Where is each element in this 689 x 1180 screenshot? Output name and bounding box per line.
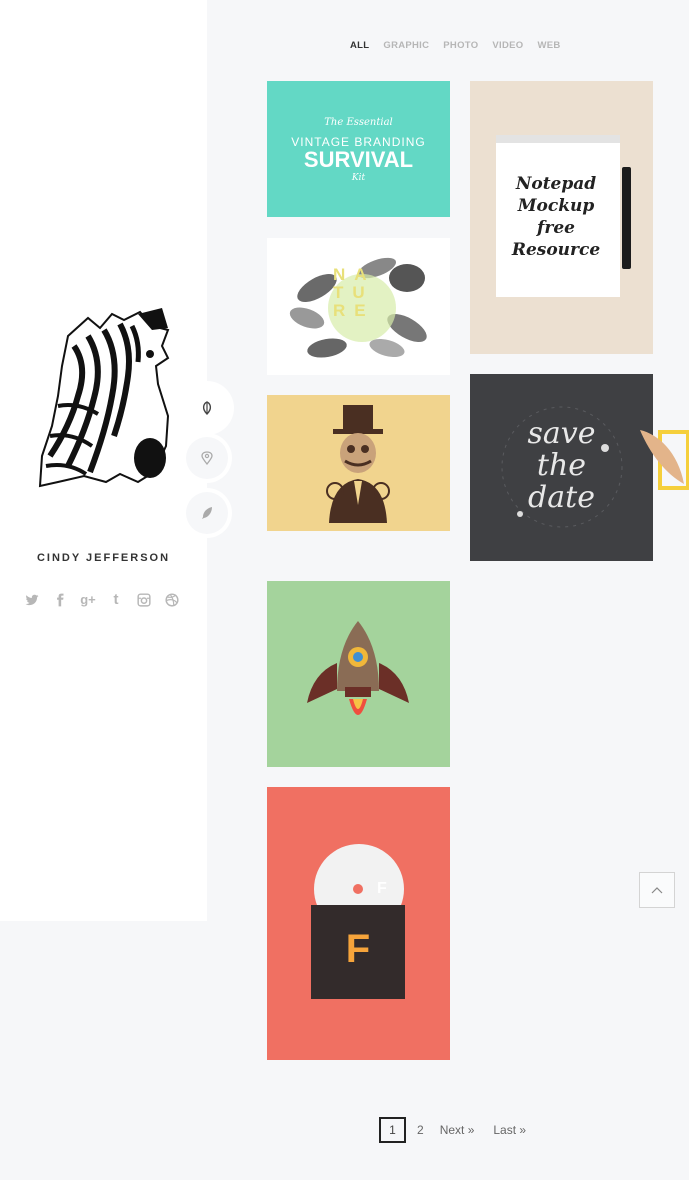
pagination: 1 2 Next » Last » (379, 1116, 526, 1144)
profile-name: CINDY JEFFERSON (36, 552, 171, 564)
next-page-link[interactable]: Next » (440, 1117, 475, 1143)
chevron-up-icon (651, 887, 663, 894)
vintage-line3: SURVIVAL (303, 147, 414, 172)
filter-photo[interactable]: PHOTO (443, 40, 478, 56)
portfolio-filters: ALL GRAPHIC PHOTO VIDEO WEB (350, 40, 561, 56)
nature-letter: T (333, 283, 353, 302)
last-page-link[interactable]: Last » (493, 1117, 526, 1143)
notepad-line3: free (537, 218, 575, 238)
vintage-line1: The Essential (324, 117, 393, 128)
portfolio-item-vinyl[interactable]: F F (267, 787, 450, 1060)
nav-blog[interactable] (186, 492, 228, 534)
nature-word: NA TU RE (333, 266, 393, 320)
sidebar: CINDY JEFFERSON g+ t (0, 0, 207, 921)
notepad-title: Notepad Mockup free Resource (494, 173, 618, 261)
zebra-avatar (38, 308, 170, 488)
filter-graphic[interactable]: GRAPHIC (383, 40, 429, 56)
rocket-illustration (307, 621, 409, 715)
nature-letter: U (352, 283, 374, 302)
scroll-to-top-button[interactable] (639, 872, 675, 908)
notepad-line2: Mockup (517, 196, 595, 216)
tumblr-icon[interactable]: t (106, 590, 126, 610)
portfolio-item-gentleman[interactable] (267, 395, 450, 531)
save-date-text: save the date (470, 418, 653, 514)
save-date-line3: date (528, 480, 595, 515)
filter-web[interactable]: WEB (537, 40, 560, 56)
nav-contact[interactable] (186, 437, 228, 479)
side-nav (179, 379, 239, 549)
nav-portfolio[interactable] (180, 381, 234, 435)
nature-letter: A (354, 265, 376, 284)
portfolio-item-rocket[interactable] (267, 581, 450, 767)
twitter-icon[interactable] (22, 590, 42, 610)
google-plus-icon[interactable]: g+ (78, 590, 98, 610)
facebook-icon[interactable] (50, 590, 70, 610)
social-links: g+ t (22, 590, 192, 610)
nature-letter: E (354, 301, 375, 320)
filter-video[interactable]: VIDEO (492, 40, 523, 56)
feather-icon (202, 507, 212, 519)
location-pin-icon (201, 451, 213, 465)
leaf-icon (202, 401, 212, 415)
save-date-line2: the (536, 448, 587, 483)
dribbble-icon[interactable] (162, 590, 182, 610)
notepad-line1: Notepad (515, 174, 597, 194)
vintage-line4: Kit (351, 173, 366, 183)
portfolio-item-notepad[interactable]: Notepad Mockup free Resource (470, 81, 653, 354)
portfolio-item-nature[interactable]: NA TU RE (267, 238, 450, 375)
filter-all[interactable]: ALL (350, 40, 369, 56)
vinyl-art (311, 844, 405, 999)
portfolio-item-save-the-date[interactable]: save the date (470, 374, 653, 561)
vinyl-disc-letter: F (377, 880, 387, 897)
notepad-line4: Resource (511, 240, 601, 260)
page-2-link[interactable]: 2 (417, 1117, 424, 1143)
nature-letter: N (333, 265, 355, 284)
nature-letter: R (333, 301, 355, 320)
page-current[interactable]: 1 (379, 1117, 406, 1143)
instagram-icon[interactable] (134, 590, 154, 610)
vinyl-cover-letter: F (345, 927, 371, 971)
save-date-line1: save (527, 416, 596, 451)
portfolio-item-vintage-branding[interactable]: The Essential VINTAGE BRANDING SURVIVAL … (267, 81, 450, 217)
gentleman-illustration (326, 405, 390, 523)
feather-frame-decoration (640, 430, 689, 490)
